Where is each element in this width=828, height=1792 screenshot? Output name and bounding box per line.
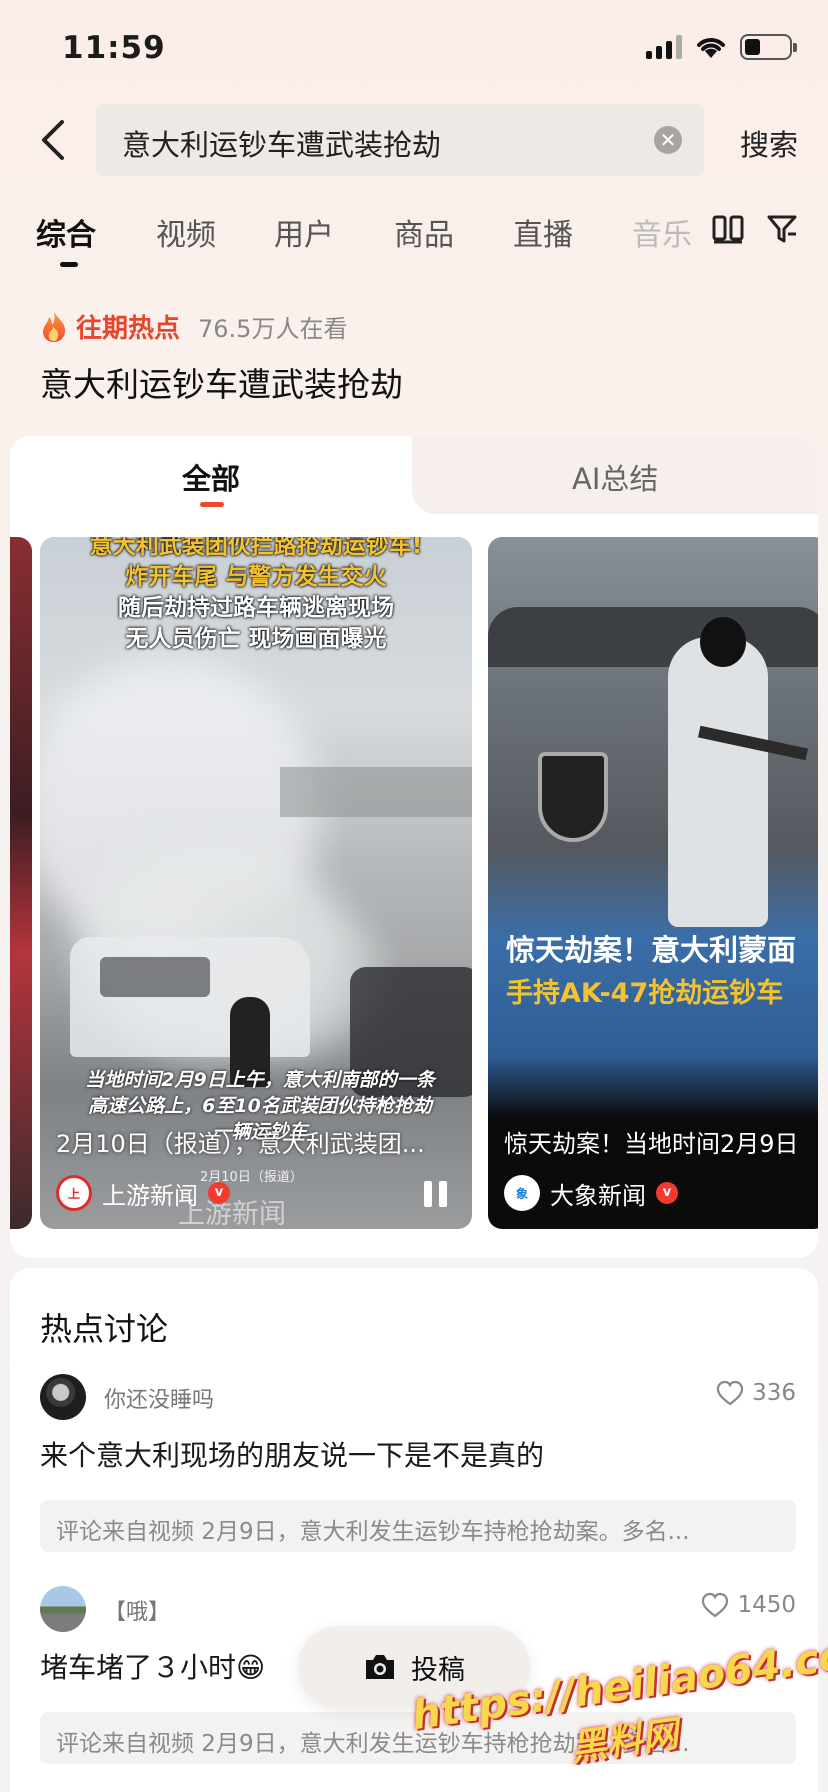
verified-icon: v xyxy=(656,1182,678,1204)
person-head xyxy=(700,617,746,667)
verified-icon: v xyxy=(208,1182,230,1204)
source-logo-icon: 上 xyxy=(56,1175,92,1211)
like-count: 336 xyxy=(752,1380,796,1406)
heart-icon xyxy=(716,1380,744,1406)
filter-icon[interactable] xyxy=(766,214,798,244)
tab-music[interactable]: 音乐 xyxy=(632,210,692,254)
hot-label: 往期热点 xyxy=(76,314,181,344)
battery-icon xyxy=(740,34,797,60)
signal-icon xyxy=(646,35,682,59)
like-count: 1450 xyxy=(737,1592,796,1618)
overpass xyxy=(280,767,472,817)
card-tabs: 全部 AI总结 xyxy=(10,436,818,514)
source-name: 大象新闻 xyxy=(550,1181,646,1210)
comment-username[interactable]: 你还没睡吗 xyxy=(104,1382,214,1414)
tab-all[interactable]: 全部 xyxy=(182,456,240,498)
result-tabs: 综合 视频 用户 商品 直播 音乐 xyxy=(0,204,828,274)
card-tab-indicator xyxy=(200,502,224,507)
video-banner-subtitle: 手持AK-47抢劫运钞车 xyxy=(506,978,784,1009)
tab-live[interactable]: 直播 xyxy=(513,210,573,254)
video-banner-title: 惊天劫案！意大利蒙面 xyxy=(506,933,797,967)
tab-active-indicator xyxy=(60,262,78,267)
video-card-previous[interactable] xyxy=(10,537,32,1229)
video-source[interactable]: 上 上游新闻 v xyxy=(56,1175,230,1211)
tab-ai-summary[interactable]: AI总结 xyxy=(572,456,658,498)
heart-icon xyxy=(702,1592,729,1618)
layout-toggle-icon[interactable] xyxy=(712,214,744,244)
tab-comprehensive[interactable]: 综合 xyxy=(36,210,96,254)
comment-source[interactable]: 评论来自视频 2月9日，意大利发生运钞车持枪抢劫案。多名... xyxy=(40,1500,796,1552)
tab-user[interactable]: 用户 xyxy=(274,210,334,254)
search-button[interactable]: 搜索 xyxy=(740,122,798,164)
clear-icon[interactable]: ✕ xyxy=(654,126,682,154)
status-time: 11:59 xyxy=(62,30,166,66)
topic-card: 全部 AI总结 意大利武装团伙拦路抢劫运钞车! 炸开车尾 与警方发生交火 随后劫… xyxy=(10,436,818,1258)
video-caption: 2月10日（报道），意大利武装团... xyxy=(56,1130,425,1158)
source-name: 上游新闻 xyxy=(102,1181,198,1210)
like-button[interactable]: 336 xyxy=(716,1380,796,1406)
comment-username[interactable]: 【哦】 xyxy=(104,1594,170,1626)
comment-text: 堵车堵了３小时😁 xyxy=(40,1651,266,1684)
video-source[interactable]: 象 大象新闻 v xyxy=(504,1175,678,1211)
viewer-count: 76.5万人在看 xyxy=(198,315,348,343)
hot-topic-meta: 往期热点 76.5万人在看 xyxy=(40,308,347,345)
van-window xyxy=(100,957,210,997)
topic-title[interactable]: 意大利运钞车遭武装抢劫 xyxy=(40,358,403,406)
van-shape xyxy=(70,937,310,1057)
comment-text: 来个意大利现场的朋友说一下是不是真的 xyxy=(40,1439,545,1472)
status-icons xyxy=(646,34,797,60)
video-overlay-title: 意大利武装团伙拦路抢劫运钞车! 炸开车尾 与警方发生交火 随后劫持过路车辆逃离现… xyxy=(89,537,423,652)
source-logo-icon: 象 xyxy=(504,1175,540,1211)
search-header: 意大利运钞车遭武装抢劫 ✕ 搜索 xyxy=(0,104,828,176)
car-windshield xyxy=(488,607,818,667)
post-label: 投稿 xyxy=(411,1654,465,1686)
masked-person xyxy=(668,637,768,927)
avatar[interactable] xyxy=(40,1374,86,1420)
video-card[interactable]: 惊天劫案！意大利蒙面 手持AK-47抢劫运钞车 惊天劫案！当地时间2月9日 象 … xyxy=(488,537,818,1229)
flame-icon xyxy=(43,311,66,342)
comment-item[interactable]: 你还没睡吗 336 来个意大利现场的朋友说一下是不是真的 评论来自视频 2月9日… xyxy=(40,1374,796,1554)
avatar[interactable] xyxy=(40,1586,86,1632)
car-grille xyxy=(538,752,608,842)
search-input[interactable]: 意大利运钞车遭武装抢劫 ✕ xyxy=(96,104,704,176)
video-card[interactable]: 意大利武装团伙拦路抢劫运钞车! 炸开车尾 与警方发生交火 随后劫持过路车辆逃离现… xyxy=(40,537,472,1229)
camera-icon xyxy=(366,1655,394,1679)
video-caption: 惊天劫案！当地时间2月9日 xyxy=(504,1130,799,1158)
wifi-icon xyxy=(697,38,725,58)
tab-product[interactable]: 商品 xyxy=(394,210,454,254)
tab-video[interactable]: 视频 xyxy=(156,210,216,254)
back-icon[interactable] xyxy=(36,118,76,162)
pause-icon[interactable] xyxy=(424,1181,450,1207)
search-query-text: 意大利运钞车遭武装抢劫 xyxy=(122,128,442,162)
like-button[interactable]: 1450 xyxy=(701,1592,796,1618)
discussion-header: 热点讨论 xyxy=(40,1310,169,1348)
status-bar: 11:59 xyxy=(0,0,828,100)
